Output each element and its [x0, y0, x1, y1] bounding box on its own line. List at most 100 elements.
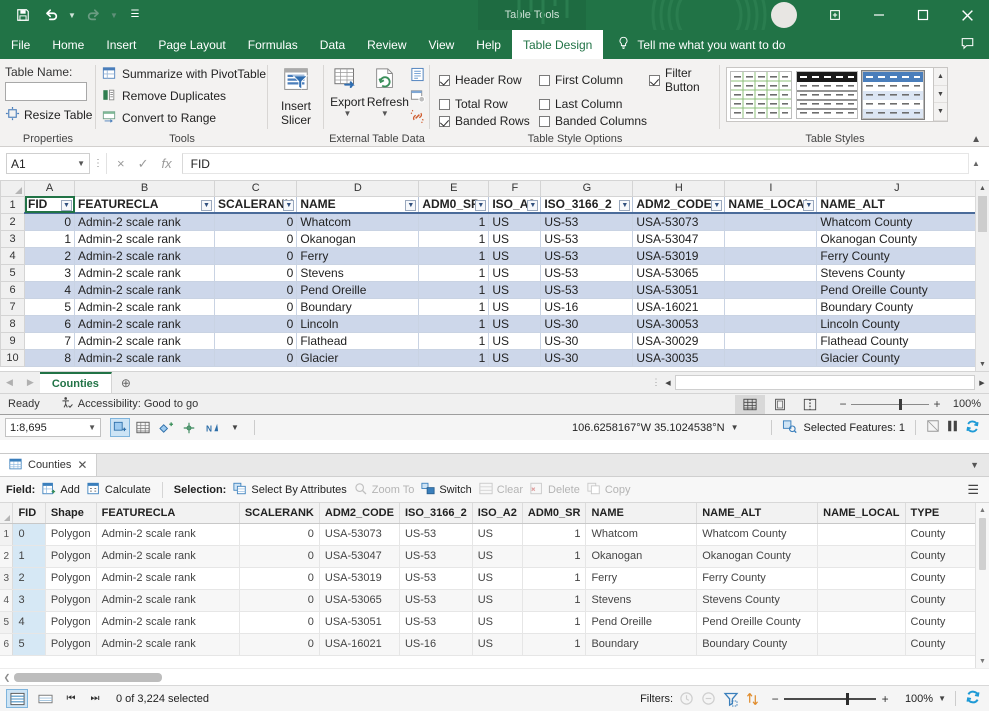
attribute-zoom-percentage[interactable]: 100% — [899, 693, 933, 705]
column-header-i[interactable]: I — [724, 181, 818, 197]
page-layout-view-icon[interactable] — [765, 395, 795, 414]
cell-iso-a2[interactable]: US — [472, 633, 523, 656]
scrollbar-thumb[interactable] — [14, 672, 162, 682]
scroll-up-icon[interactable]: ▲ — [976, 503, 989, 517]
cell-featurecla[interactable]: Admin-2 scale rank — [74, 315, 215, 333]
cell-scalerank[interactable]: 0 — [214, 264, 298, 282]
scroll-up-icon[interactable]: ▲ — [976, 181, 989, 195]
table-row[interactable]: 5 4 Polygon Admin-2 scale rank 0 USA-530… — [0, 611, 989, 634]
sort-icon[interactable] — [744, 690, 761, 707]
cell-name[interactable]: Ferry — [585, 567, 698, 590]
undo-dropdown-icon[interactable]: ▼ — [66, 11, 78, 20]
row-header[interactable]: 10 — [0, 348, 25, 367]
cell-name-alt[interactable]: Stevens County — [816, 264, 978, 282]
checkbox-last-column[interactable]: Last Column — [539, 97, 649, 111]
cell-name-alt[interactable]: Stevens County — [696, 589, 819, 612]
cell-iso-3166-2[interactable]: US-53 — [399, 567, 473, 590]
undo-icon[interactable] — [38, 3, 64, 27]
sheet-prev-icon[interactable]: ◀ — [6, 377, 13, 388]
cell-name-alt[interactable]: Pend Oreille County — [696, 611, 819, 634]
table-styles-gallery[interactable] — [726, 67, 934, 122]
table-styles-scroll[interactable]: ▲ ▼ ▼ — [934, 67, 948, 122]
cell-featurecla[interactable]: Admin-2 scale rank — [74, 281, 215, 299]
cell-scalerank[interactable]: 0 — [214, 213, 298, 231]
header-cell-iso-3166-2[interactable]: ISO_3166_2 ▼ — [540, 196, 634, 214]
cell-name-local[interactable] — [724, 332, 818, 350]
cell-featurecla[interactable]: Admin-2 scale rank — [96, 589, 240, 612]
header-cell-adm0-sr[interactable]: ADM0_SR ▼ — [418, 196, 490, 214]
pause-drawing-icon[interactable] — [946, 419, 959, 436]
cell-adm2-code[interactable]: USA-53051 — [319, 611, 400, 634]
chevron-down-icon[interactable]: ▼ — [731, 423, 739, 432]
header-cell-fid[interactable]: FID ▼ — [24, 196, 75, 214]
cell-name[interactable]: Glacier — [296, 349, 420, 367]
table-name-input[interactable] — [5, 82, 87, 101]
column-header-c[interactable]: C — [213, 181, 298, 197]
cell-featurecla[interactable]: Admin-2 scale rank — [96, 633, 240, 656]
filter-by-extent-icon[interactable] — [722, 690, 739, 707]
table-row[interactable]: 2 1 Polygon Admin-2 scale rank 0 USA-530… — [0, 545, 989, 568]
cell-adm2-code[interactable]: USA-30035 — [632, 349, 726, 367]
cell-fid[interactable]: 0 — [24, 213, 75, 231]
record-view-icon[interactable] — [34, 689, 56, 708]
zoom-out-icon[interactable]: − — [766, 692, 784, 706]
edit-features-tool-icon[interactable] — [156, 418, 176, 437]
table-row[interactable]: 4 3 Polygon Admin-2 scale rank 0 USA-530… — [0, 589, 989, 612]
cell-iso-3166-2[interactable]: US-53 — [540, 213, 634, 231]
cell-iso-3166-2[interactable]: US-53 — [399, 523, 473, 546]
cell-iso-3166-2[interactable]: US-53 — [399, 589, 473, 612]
cell-fid[interactable]: 7 — [24, 332, 75, 350]
cell-scalerank[interactable]: 0 — [214, 230, 298, 248]
cell-iso-a2[interactable]: US — [472, 545, 523, 568]
cell-adm0-sr[interactable]: 1 — [418, 247, 490, 265]
save-icon[interactable] — [10, 3, 36, 27]
cell-adm0-sr[interactable]: 1 — [522, 545, 587, 568]
cell-scalerank[interactable]: 0 — [239, 589, 320, 612]
cell-name[interactable]: Whatcom — [296, 213, 420, 231]
cell-featurecla[interactable]: Admin-2 scale rank — [74, 213, 215, 231]
resize-table-button[interactable]: Resize Table — [5, 106, 96, 124]
cell-name-alt[interactable]: Whatcom County — [816, 213, 978, 231]
cell-name-local[interactable] — [724, 349, 818, 367]
cell-adm2-code[interactable]: USA-53073 — [319, 523, 400, 546]
cell-scalerank[interactable]: 0 — [214, 349, 298, 367]
row-number[interactable]: 4 — [0, 589, 14, 612]
cell-adm0-sr[interactable]: 1 — [522, 523, 587, 546]
attribute-zoom-slider[interactable]: − + — [766, 692, 894, 706]
row-header[interactable]: 8 — [0, 314, 25, 333]
maximize-icon[interactable] — [901, 0, 945, 30]
column-header-name-local[interactable]: NAME_LOCAL — [817, 503, 906, 524]
row-number[interactable]: 1 — [0, 523, 14, 546]
filter-dropdown-icon[interactable]: ▼ — [201, 199, 212, 211]
cell-iso-a2[interactable]: US — [472, 611, 523, 634]
sheet-tab-counties[interactable]: Counties — [39, 372, 112, 393]
filter-dropdown-icon[interactable]: ▼ — [619, 199, 631, 211]
split-grip-icon[interactable]: ⋮ — [651, 377, 661, 388]
cell-adm2-code[interactable]: USA-53047 — [319, 545, 400, 568]
attribute-table-tab-counties[interactable]: Counties ✕ — [0, 454, 98, 476]
cell-iso-a2[interactable]: US — [488, 349, 542, 367]
column-header-featurecla[interactable]: FEATURECLA — [96, 503, 240, 524]
cell-shape[interactable]: Polygon — [45, 567, 97, 590]
refresh-table-icon[interactable] — [965, 689, 983, 708]
cell-featurecla[interactable]: Admin-2 scale rank — [96, 545, 240, 568]
zoom-in-icon[interactable]: + — [876, 692, 894, 706]
cell-iso-a2[interactable]: US — [488, 247, 542, 265]
hscroll-right-icon[interactable]: ▶ — [975, 379, 989, 387]
header-cell-name-alt[interactable]: NAME_ALT — [816, 196, 978, 214]
row-header[interactable]: 4 — [0, 246, 25, 265]
chevron-down-icon[interactable]: ▼ — [225, 418, 245, 437]
cell-adm0-sr[interactable]: 1 — [418, 264, 490, 282]
filter-dropdown-icon[interactable]: ▼ — [405, 199, 417, 211]
column-header-name[interactable]: NAME — [585, 503, 698, 524]
header-cell-featurecla[interactable]: FEATURECLA ▼ — [74, 196, 215, 214]
insert-function-icon[interactable]: fx — [162, 156, 172, 171]
cell-fid[interactable]: 1 — [12, 545, 46, 568]
cell-name-local[interactable] — [817, 633, 906, 656]
cell-adm2-code[interactable]: USA-53019 — [632, 247, 726, 265]
open-in-browser-icon[interactable] — [410, 88, 425, 106]
cell-name[interactable]: Stevens — [585, 589, 698, 612]
tab-formulas[interactable]: Formulas — [237, 30, 309, 59]
cell-name-local[interactable] — [724, 230, 818, 248]
cell-iso-a2[interactable]: US — [472, 589, 523, 612]
